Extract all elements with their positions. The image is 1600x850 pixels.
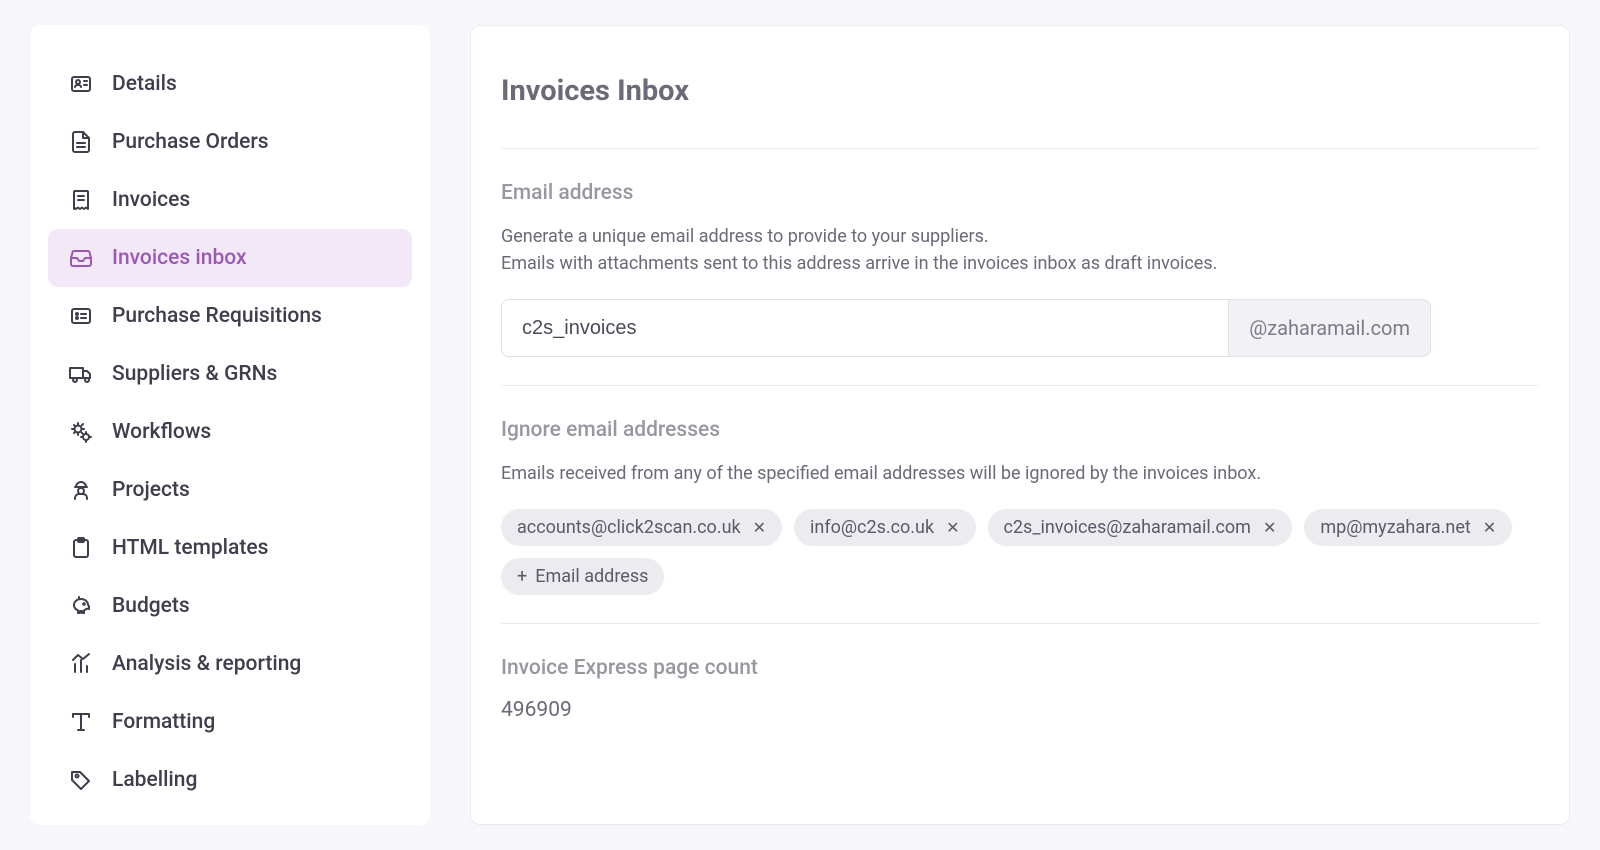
sidebar-item-label: Details — [112, 72, 177, 96]
tag-icon — [68, 767, 94, 793]
sidebar-item-budgets[interactable]: Budgets — [48, 577, 412, 635]
chip-remove-icon[interactable]: ✕ — [1263, 520, 1276, 536]
sidebar-item-label: Purchase Requisitions — [112, 304, 322, 328]
sidebar-item-label: Workflows — [112, 420, 211, 444]
sidebar-item-purchase-orders[interactable]: Purchase Orders — [48, 113, 412, 171]
file-text-icon — [68, 129, 94, 155]
sidebar-item-html-templates[interactable]: HTML templates — [48, 519, 412, 577]
chip-remove-icon[interactable]: ✕ — [946, 520, 959, 536]
app-root: Details Purchase Orders Invoices Invoice… — [0, 0, 1600, 850]
chart-icon — [68, 651, 94, 677]
ignore-section: Ignore email addresses Emails received f… — [501, 385, 1539, 623]
chip-text: info@c2s.co.uk — [810, 517, 934, 538]
receipt-icon — [68, 187, 94, 213]
worker-icon — [68, 477, 94, 503]
sidebar-item-label: Purchase Orders — [112, 130, 269, 154]
inbox-icon — [68, 245, 94, 271]
settings-sidebar: Details Purchase Orders Invoices Invoice… — [30, 25, 430, 825]
sidebar-item-purchase-requisitions[interactable]: Purchase Requisitions — [48, 287, 412, 345]
id-card-icon — [68, 71, 94, 97]
sidebar-item-suppliers-grns[interactable]: Suppliers & GRNs — [48, 345, 412, 403]
sidebar-item-labelling[interactable]: Labelling — [48, 751, 412, 809]
page-count-section: Invoice Express page count 496909 — [501, 623, 1539, 750]
sidebar-item-invoices[interactable]: Invoices — [48, 171, 412, 229]
page-count-value: 496909 — [501, 698, 1539, 722]
gears-icon — [68, 419, 94, 445]
piggy-bank-icon — [68, 593, 94, 619]
sidebar-item-projects[interactable]: Projects — [48, 461, 412, 519]
ignore-chips: accounts@click2scan.co.uk ✕ info@c2s.co.… — [501, 509, 1539, 595]
sidebar-item-invoices-inbox[interactable]: Invoices inbox — [48, 229, 412, 287]
sidebar-item-label: Labelling — [112, 768, 197, 792]
email-input-group: @zaharamail.com — [501, 299, 1431, 357]
type-icon — [68, 709, 94, 735]
sidebar-item-label: Projects — [112, 478, 190, 502]
chip-text: mp@myzahara.net — [1320, 517, 1470, 538]
sidebar-item-label: Formatting — [112, 710, 215, 734]
list-box-icon — [68, 303, 94, 329]
page-title: Invoices Inbox — [501, 74, 1539, 108]
email-description: Generate a unique email address to provi… — [501, 223, 1539, 277]
clipboard-icon — [68, 535, 94, 561]
page-count-label: Invoice Express page count — [501, 656, 1539, 680]
chip-text: accounts@click2scan.co.uk — [517, 517, 741, 538]
sidebar-item-formatting[interactable]: Formatting — [48, 693, 412, 751]
email-domain-suffix: @zaharamail.com — [1228, 299, 1431, 357]
ignore-description: Emails received from any of the specifie… — [501, 460, 1539, 487]
sidebar-item-label: Invoices — [112, 188, 190, 212]
sidebar-item-label: Budgets — [112, 594, 190, 618]
sidebar-item-details[interactable]: Details — [48, 55, 412, 113]
main-panel: Invoices Inbox Email address Generate a … — [470, 25, 1570, 825]
sidebar-item-analysis-reporting[interactable]: Analysis & reporting — [48, 635, 412, 693]
ignore-label: Ignore email addresses — [501, 418, 1539, 442]
chip-remove-icon[interactable]: ✕ — [753, 520, 766, 536]
sidebar-item-label: Analysis & reporting — [112, 652, 301, 676]
sidebar-item-workflows[interactable]: Workflows — [48, 403, 412, 461]
ignore-chip: c2s_invoices@zaharamail.com ✕ — [988, 509, 1293, 546]
email-prefix-input[interactable] — [501, 299, 1228, 357]
ignore-chip: info@c2s.co.uk ✕ — [794, 509, 975, 546]
ignore-chip: accounts@click2scan.co.uk ✕ — [501, 509, 782, 546]
add-ignore-email-button[interactable]: + Email address — [501, 558, 664, 595]
email-label: Email address — [501, 181, 1539, 205]
chip-text: c2s_invoices@zaharamail.com — [1004, 517, 1251, 538]
truck-icon — [68, 361, 94, 387]
sidebar-item-label: Invoices inbox — [112, 246, 247, 270]
plus-icon: + — [517, 568, 527, 586]
sidebar-item-label: Suppliers & GRNs — [112, 362, 277, 386]
chip-remove-icon[interactable]: ✕ — [1483, 520, 1496, 536]
add-chip-label: Email address — [535, 566, 648, 587]
email-section: Email address Generate a unique email ad… — [501, 148, 1539, 385]
ignore-chip: mp@myzahara.net ✕ — [1304, 509, 1512, 546]
sidebar-item-label: HTML templates — [112, 536, 268, 560]
